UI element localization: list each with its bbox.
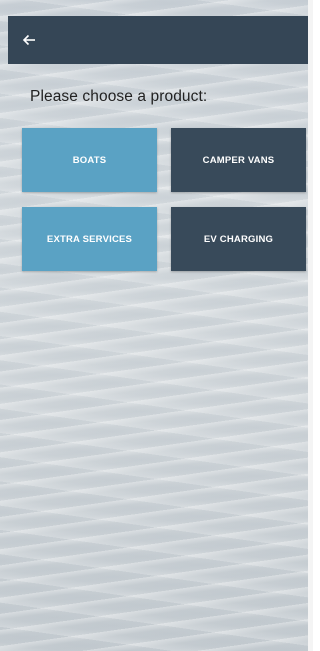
arrow-left-icon (18, 26, 46, 54)
product-tile-camper-vans[interactable]: CAMPER VANS (171, 128, 306, 192)
product-label: EV CHARGING (203, 233, 274, 245)
product-tile-boats[interactable]: BOATS (22, 128, 157, 192)
product-tile-extra-services[interactable]: EXTRA SERVICES (22, 207, 157, 271)
product-label: CAMPER VANS (202, 154, 275, 166)
product-label: EXTRA SERVICES (46, 233, 133, 245)
page-title: Please choose a product: (30, 88, 208, 105)
product-label: BOATS (72, 154, 107, 166)
screen: Please choose a product: BOATS CAMPER VA… (0, 0, 313, 651)
screen-edge (308, 0, 313, 651)
back-button[interactable] (18, 26, 46, 54)
product-tile-ev-charging[interactable]: EV CHARGING (171, 207, 306, 271)
app-bar (8, 16, 308, 64)
